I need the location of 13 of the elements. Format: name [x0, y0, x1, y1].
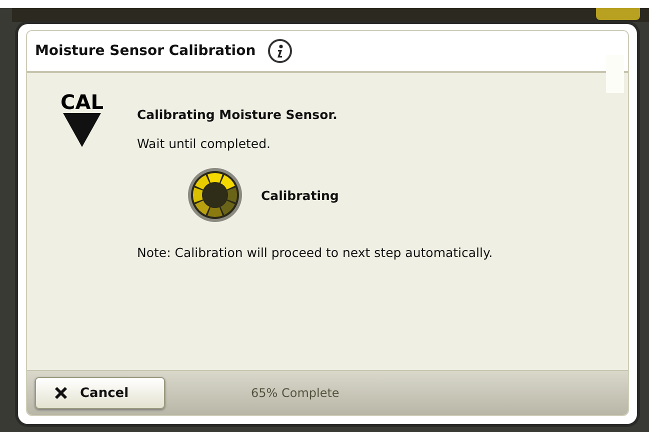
status-heading: Calibrating Moisture Sensor. — [137, 107, 338, 122]
status-text: Calibrating — [261, 188, 339, 202]
down-triangle-icon — [63, 113, 101, 147]
close-icon — [54, 386, 68, 400]
cancel-button[interactable]: Cancel — [35, 377, 165, 409]
note-text: Note: Calibration will proceed to next step automatically. — [137, 245, 494, 260]
info-icon[interactable] — [268, 39, 292, 63]
progress-text: 65% Complete — [251, 386, 340, 400]
dialog-title: Moisture Sensor Calibration — [35, 43, 256, 59]
busy-indicator-icon — [187, 167, 243, 223]
scroll-thumb[interactable] — [606, 55, 624, 93]
instruction-text: Wait until completed. — [137, 136, 272, 151]
step-label: CAL — [60, 91, 104, 113]
